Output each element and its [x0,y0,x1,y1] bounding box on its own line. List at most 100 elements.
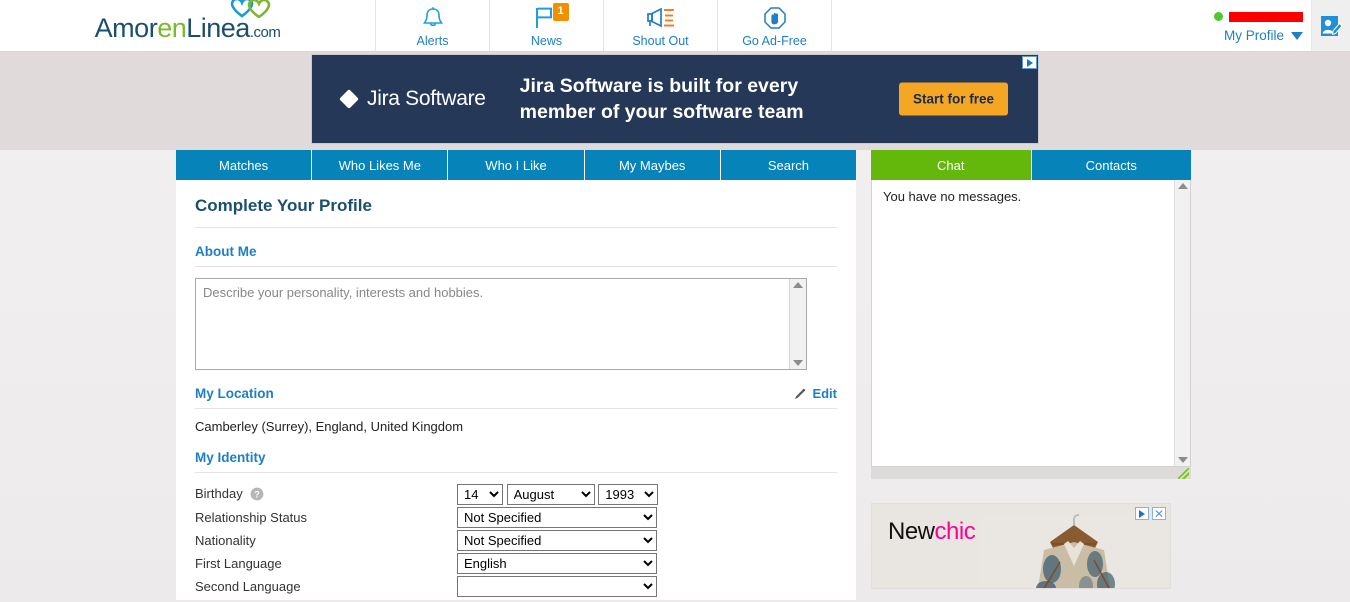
online-status-dot [1214,12,1223,21]
leaderboard-ad[interactable]: Jira Software Jira Software is built for… [311,54,1039,144]
table-row-first-language: First Language English [195,552,665,575]
birthday-month-select[interactable]: August [506,484,595,505]
chevron-down-icon [1291,31,1303,40]
chat-scroll-up-arrow-icon[interactable] [1177,183,1188,189]
tab-who-likes-me[interactable]: Who Likes Me [312,150,449,180]
table-row-nationality: Nationality Not Specified [195,529,665,552]
scroll-down-arrow-icon[interactable] [793,360,803,366]
label-birthday: Birthday [195,485,243,501]
my-identity-heading: My Identity [195,450,266,465]
relationship-status-cell: Not Specified [457,506,665,529]
sidebar-adchoices-icon[interactable] [1135,507,1149,520]
top-header: AmorenLinea.com Alerts 1 News Shout Out … [0,0,1350,52]
label-first-language: First Language [195,556,282,571]
sidebar-ad-brand-part1: New [888,518,935,545]
leaderboard-ad-row: Jira Software Jira Software is built for… [0,52,1350,150]
site-logo[interactable]: AmorenLinea.com [0,0,376,51]
section-header-my-location: My Location Edit [195,370,837,409]
bell-icon [422,6,444,30]
chat-scroll-down-arrow-icon[interactable] [1177,457,1188,463]
nationality-select[interactable]: Not Specified [457,530,657,551]
logo-text-amor: Amor [94,13,158,43]
profile-panel: Complete Your Profile About Me Describe … [176,180,856,600]
table-row-second-language: Second Language [195,575,665,598]
sidebar-ad[interactable]: Newchic ✕ [871,503,1171,589]
birthday-selects-cell: 14 August 1993 [457,483,665,506]
sidebar-tabs: Chat Contacts [871,150,1191,180]
sidebar-adchoices-triangle-icon [1139,509,1145,518]
chat-resize-bar [871,467,1191,479]
sidebar-ad-brand: Newchic [888,518,976,546]
relationship-status-select[interactable]: Not Specified [457,507,657,528]
identity-table: Birthday ? 14 August 1993 Relationship S… [195,483,665,598]
primary-tabs: Matches Who Likes Me Who I Like My Maybe… [176,150,857,180]
nav-item-go-ad-free[interactable]: Go Ad-Free [718,0,832,51]
nav-label-alerts: Alerts [416,33,449,48]
second-language-cell [457,575,665,598]
pencil-icon [793,387,807,401]
resize-handle[interactable] [1178,468,1189,479]
about-me-placeholder: Describe your personality, interests and… [203,285,484,300]
birthday-year-select[interactable]: 1993 [598,484,659,505]
scroll-up-arrow-icon[interactable] [793,282,803,288]
page-title: Complete Your Profile [195,180,837,228]
nav-item-news[interactable]: 1 News [490,0,604,51]
my-profile-menu[interactable]: My Profile [1224,28,1303,43]
close-icon: ✕ [1153,506,1165,521]
ad-advertiser-name: Jira Software [367,87,486,110]
about-me-scrollbar[interactable] [789,279,806,369]
edit-location-label: Edit [812,386,837,401]
adchoices-icon[interactable] [1022,56,1037,69]
section-header-my-identity: My Identity [195,434,837,473]
tab-chat[interactable]: Chat [871,150,1031,180]
jira-diamond-icon [339,89,359,109]
edit-location-button[interactable]: Edit [793,386,837,401]
table-row-relationship-status: Relationship Status Not Specified [195,506,665,529]
profile-zone: My Profile [1214,0,1350,51]
megaphone-icon [644,6,678,30]
header-spacer [832,0,1214,51]
sidebar-ad-close-button[interactable]: ✕ [1152,507,1166,520]
main-area: Matches Who Likes Me Who I Like My Maybe… [0,150,1350,600]
profile-edit-icon[interactable] [1311,0,1350,51]
tab-my-maybes[interactable]: My Maybes [584,150,721,180]
ad-cta-button[interactable]: Start for free [898,82,1008,116]
my-profile-label: My Profile [1223,27,1284,43]
first-language-cell: English [457,552,665,575]
birthday-day-select[interactable]: 14 [457,484,503,505]
tab-search[interactable]: Search [720,150,857,180]
right-gutter [1191,150,1350,600]
help-icon[interactable]: ? [250,487,264,504]
logo-text-en: en [157,13,187,43]
flag-icon: 1 [534,2,569,30]
second-language-select[interactable] [457,576,657,597]
logo-text-tld: .com [249,24,281,41]
username-row [1214,9,1303,25]
sidebar-ad-image [982,514,1167,588]
content-column: Matches Who Likes Me Who I Like My Maybe… [176,150,857,600]
table-row-birthday: Birthday ? 14 August 1993 [195,483,665,506]
first-language-select[interactable]: English [457,553,657,574]
chat-scrollbar[interactable] [1174,180,1190,466]
tab-matches[interactable]: Matches [176,150,313,180]
my-location-heading: My Location [195,386,274,401]
left-gutter [0,150,176,600]
nationality-cell: Not Specified [457,529,665,552]
adchoices-triangle-icon [1026,58,1033,67]
tab-who-i-like[interactable]: Who I Like [448,150,585,180]
nav-item-shout-out[interactable]: Shout Out [604,0,718,51]
svg-text:?: ? [255,489,261,499]
nav-label-go-ad-free: Go Ad-Free [742,33,807,48]
ad-advertiser-logo: Jira Software [339,87,486,111]
nav-item-alerts[interactable]: Alerts [376,0,490,51]
news-badge: 1 [552,2,569,21]
label-birthday-cell: Birthday ? [195,483,457,506]
sidebar-ad-controls: ✕ [1135,507,1166,520]
my-location-value: Camberley (Surrey), England, United King… [195,419,464,434]
about-me-textarea[interactable]: Describe your personality, interests and… [195,278,807,370]
tab-contacts[interactable]: Contacts [1030,150,1191,180]
ad-headline: Jira Software is built for every member … [519,74,804,123]
sidebar-ad-brand-part2: chic [934,518,976,545]
section-header-about-me: About Me [195,228,837,267]
chat-empty-message: You have no messages. [883,189,1022,204]
